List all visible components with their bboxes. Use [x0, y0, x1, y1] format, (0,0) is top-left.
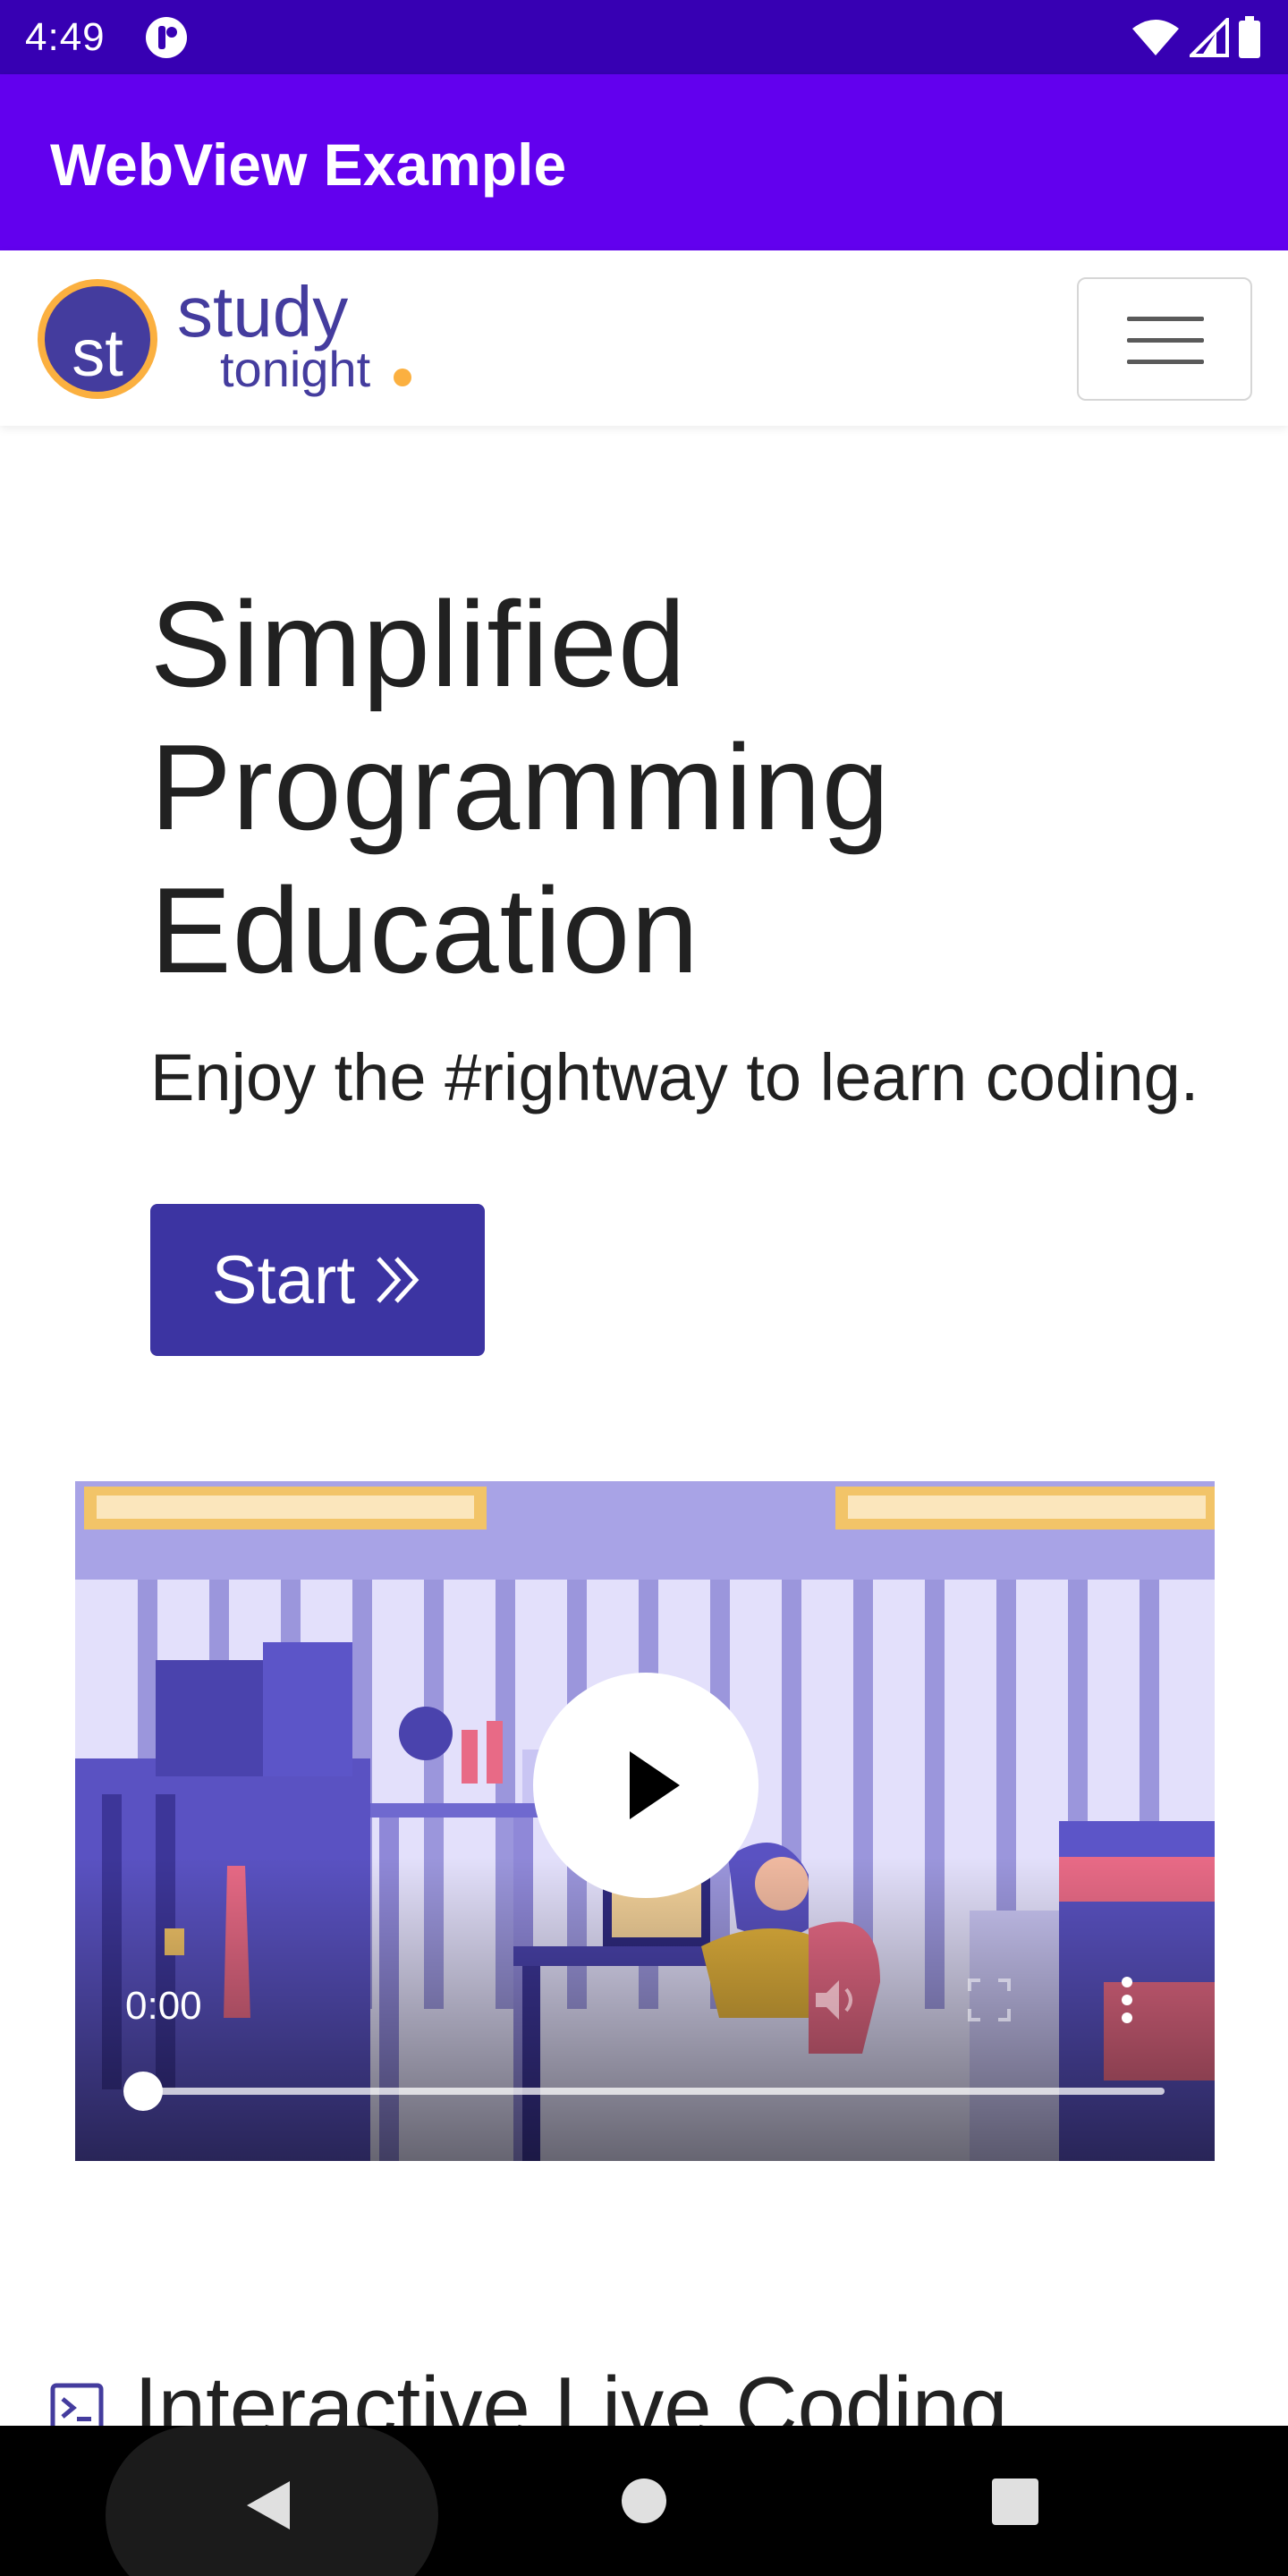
double-chevron-right-icon: [377, 1257, 419, 1303]
play-button[interactable]: [533, 1673, 758, 1898]
start-button-label: Start: [211, 1241, 356, 1318]
hero-subtitle: Enjoy the #rightway to learn coding.: [150, 1040, 1199, 1114]
status-time: 4:49: [25, 15, 106, 59]
start-button[interactable]: Start: [150, 1204, 485, 1356]
app-bar: WebView Example: [0, 74, 1288, 250]
video-controls-gradient: [75, 1857, 1215, 2161]
hamburger-menu-button[interactable]: [1077, 277, 1252, 401]
logo-word-tonight: tonight: [220, 341, 371, 397]
hero-title-line: Simplified: [150, 576, 687, 712]
volume-icon[interactable]: [810, 1973, 864, 2027]
home-icon[interactable]: [621, 2478, 667, 2524]
app-title: WebView Example: [50, 131, 567, 198]
play-icon: [630, 1751, 680, 1819]
hero-title-line: Programming: [150, 719, 891, 855]
status-icons: [1131, 13, 1261, 63]
wifi-icon: [1132, 20, 1179, 55]
fullscreen-icon[interactable]: [966, 1977, 1013, 2023]
video-player[interactable]: 0:00: [75, 1481, 1215, 2161]
more-vert-icon[interactable]: [1116, 1973, 1138, 2027]
status-bar: 4:49: [0, 0, 1288, 74]
app-notification-icon: [146, 17, 187, 58]
recents-icon[interactable]: [991, 2478, 1039, 2526]
cell-signal-icon: [1190, 18, 1229, 57]
logo-initials: st: [72, 316, 123, 390]
battery-icon: [1239, 16, 1260, 58]
hamburger-menu-icon: [1127, 317, 1204, 321]
logo-dot: [394, 369, 411, 386]
video-progress-bar[interactable]: [143, 2088, 1165, 2095]
hero-title: Simplified Programming Education: [150, 572, 1224, 1002]
hero-title-line: Education: [150, 862, 699, 998]
back-icon[interactable]: [243, 2478, 293, 2533]
video-current-time: 0:00: [125, 1984, 202, 2028]
video-progress-thumb[interactable]: [123, 2072, 163, 2111]
